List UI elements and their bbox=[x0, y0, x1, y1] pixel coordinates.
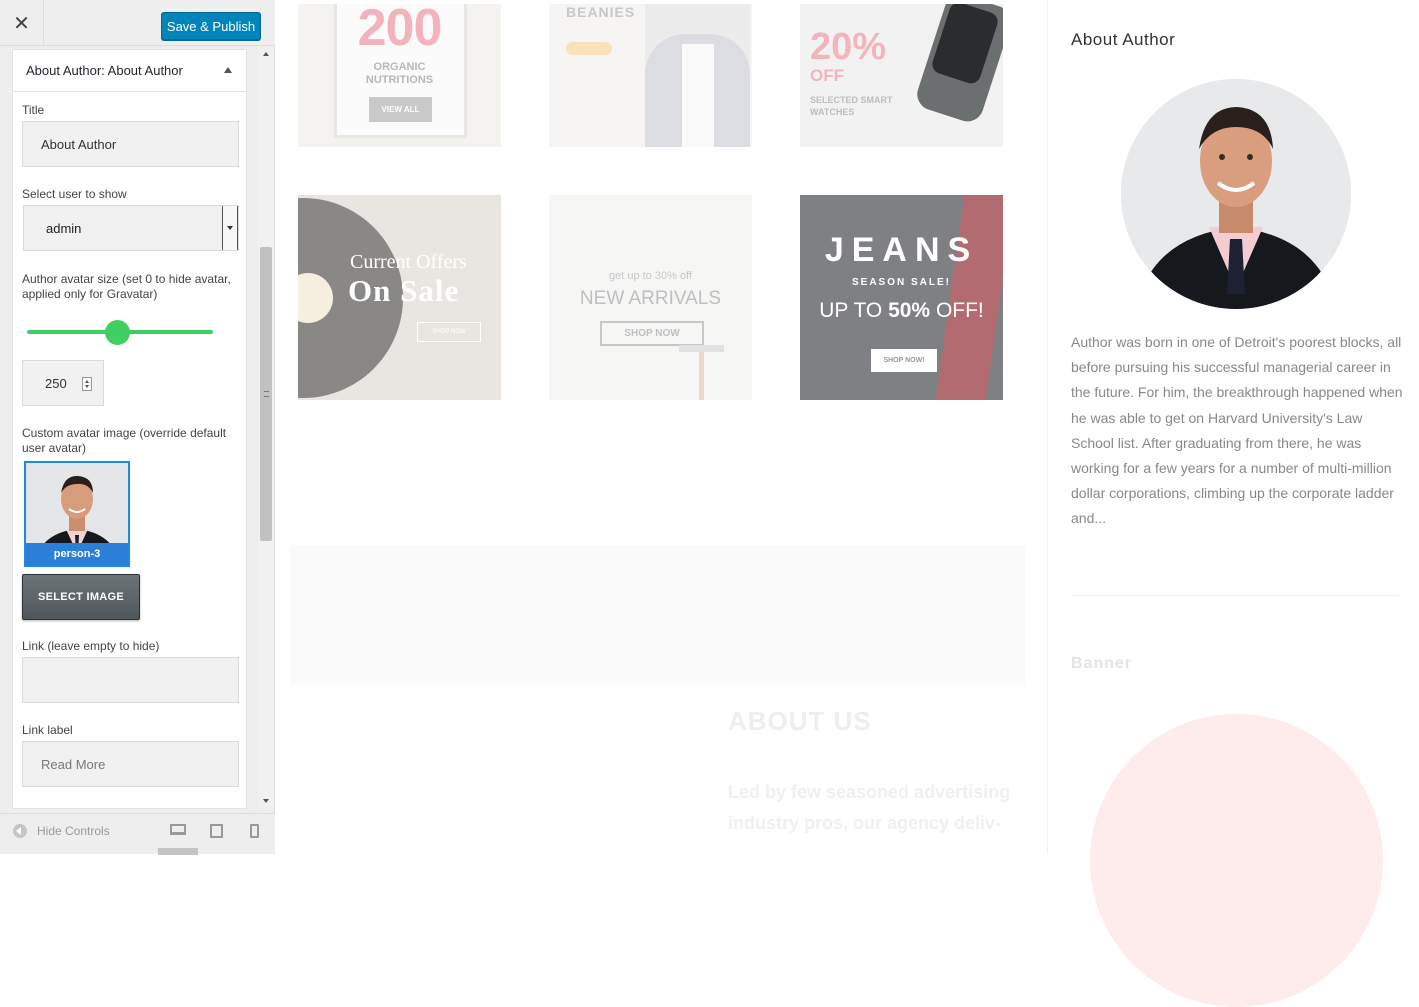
avatar-size-value: 250 bbox=[45, 375, 67, 391]
user-select[interactable]: admin bbox=[23, 205, 239, 251]
select-image-button[interactable]: SELECT IMAGE bbox=[22, 574, 140, 620]
author-bio: Author was born in one of Detroit's poor… bbox=[1071, 334, 1403, 527]
banner-smart-watches[interactable]: 20% OFF SELECTED SMART WATCHES bbox=[800, 4, 1003, 147]
banner-kicker: get up to 30% off bbox=[609, 270, 692, 282]
widget-header-title: About Author: About Author bbox=[26, 63, 183, 78]
link-label: Link (leave empty to hide) bbox=[22, 639, 160, 653]
scroll-down-icon[interactable] bbox=[263, 799, 269, 803]
link-text-label: Link label bbox=[22, 723, 73, 737]
link-text-input[interactable]: Read More bbox=[22, 741, 239, 787]
banner-big-number: 200 bbox=[357, 4, 443, 57]
custom-image-label: Custom avatar image (override default us… bbox=[22, 426, 227, 455]
banner-widget-image[interactable] bbox=[1090, 714, 1383, 1007]
tablet-icon[interactable] bbox=[210, 824, 223, 838]
slider-handle[interactable] bbox=[105, 320, 130, 345]
banner-title: BEANIES bbox=[566, 4, 636, 20]
scroll-up-icon[interactable] bbox=[263, 52, 269, 56]
banner-title: NEW ARRIVALS bbox=[579, 288, 722, 309]
title-input[interactable]: About Author bbox=[22, 121, 239, 167]
desktop-icon[interactable] bbox=[170, 824, 186, 835]
banner-kicker: SEASON SALE! bbox=[851, 277, 951, 288]
close-icon[interactable]: ✕ bbox=[0, 0, 44, 46]
banner-subtitle-line1: SELECTED SMART bbox=[810, 95, 893, 105]
banner-subtitle: ORGANIC NUTRITIONS bbox=[298, 61, 501, 87]
banner-beanies[interactable]: BEANIES bbox=[549, 4, 752, 147]
customizer-sidebar: ✕ Save & Publish About Author: About Aut… bbox=[0, 0, 275, 855]
model-shirt bbox=[682, 44, 714, 147]
avatar-size-input[interactable]: 250 bbox=[22, 360, 104, 406]
widget-divider bbox=[1071, 595, 1399, 596]
image-name-caption: person-3 bbox=[26, 543, 128, 565]
banner-widget-heading: Banner bbox=[1071, 655, 1133, 672]
user-select-label: Select user to show bbox=[22, 187, 127, 201]
about-author-heading: About Author bbox=[1071, 30, 1176, 49]
banner-subtitle-line2: NUTRITIONS bbox=[365, 74, 434, 86]
mobile-icon[interactable] bbox=[250, 824, 259, 838]
banner-organic-nutritions[interactable]: 200 ORGANIC NUTRITIONS VIEW ALL bbox=[298, 4, 501, 147]
custom-avatar-thumbnail[interactable]: person-3 bbox=[24, 461, 130, 567]
widget-panel: About Author: About Author Title About A… bbox=[12, 49, 247, 809]
scroll-thumb[interactable] bbox=[260, 247, 272, 541]
offer-suffix: OFF! bbox=[930, 299, 984, 322]
stool-top bbox=[679, 345, 724, 352]
column-divider bbox=[1047, 0, 1048, 854]
stool-leg bbox=[699, 352, 704, 400]
banner-subtitle-line2: WATCHES bbox=[810, 107, 855, 117]
link-input[interactable] bbox=[22, 657, 239, 703]
banner-new-arrivals[interactable]: get up to 30% off NEW ARRIVALS SHOP NOW bbox=[549, 195, 752, 400]
avatar-size-label: Author avatar size (set 0 to hide avatar… bbox=[22, 272, 231, 301]
panel-scrollbar[interactable] bbox=[258, 46, 274, 809]
view-all-button[interactable]: VIEW ALL bbox=[369, 97, 432, 122]
collapse-left-icon bbox=[13, 824, 27, 838]
grip-icon bbox=[264, 391, 269, 397]
author-photo bbox=[1121, 79, 1351, 309]
author-avatar bbox=[1121, 79, 1351, 309]
shop-now-pill[interactable] bbox=[566, 42, 612, 55]
discount-off: OFF bbox=[810, 66, 844, 85]
collapse-arrow-icon[interactable] bbox=[224, 67, 232, 73]
about-us-text: Led by few seasoned advertising industry… bbox=[728, 782, 1011, 833]
user-select-value: admin bbox=[46, 220, 82, 236]
discount-percent: 20% bbox=[810, 26, 887, 68]
shop-now-button[interactable]: SHOP NOW bbox=[600, 321, 704, 346]
faded-section-background bbox=[290, 545, 1025, 685]
banner-kicker: Current Offers bbox=[350, 251, 467, 273]
about-us-heading: ABOUT US bbox=[728, 706, 872, 736]
shop-now-button[interactable]: SHOP NOW! bbox=[871, 349, 937, 372]
spinner-arrows-icon[interactable] bbox=[82, 377, 92, 391]
customizer-footer: Hide Controls bbox=[0, 813, 275, 855]
hide-controls-button[interactable]: Hide Controls bbox=[13, 824, 110, 838]
banner-on-sale[interactable]: Current Offers On Sale SHOP NOW bbox=[298, 195, 501, 400]
save-publish-button[interactable]: Save & Publish bbox=[161, 12, 261, 40]
chevron-down-icon[interactable] bbox=[222, 206, 238, 250]
jeans-label-stripe bbox=[935, 195, 1003, 400]
shop-now-button[interactable]: SHOP NOW bbox=[417, 322, 481, 342]
banner-title: JEANS bbox=[824, 231, 979, 269]
widget-header[interactable]: About Author: About Author bbox=[13, 50, 246, 92]
offer-prefix: UP TO bbox=[819, 299, 889, 322]
offer-percent: 50% bbox=[888, 299, 931, 322]
hide-controls-label: Hide Controls bbox=[37, 824, 110, 838]
banner-subtitle: SELECTED SMART WATCHES bbox=[810, 94, 893, 118]
banner-jeans[interactable]: JEANS SEASON SALE! UP TO 50% OFF! SHOP N… bbox=[800, 195, 1003, 400]
banner-offer: UP TO 50% OFF! bbox=[800, 299, 1003, 323]
customizer-header: ✕ Save & Publish bbox=[0, 0, 275, 46]
banner-subtitle-line1: ORGANIC bbox=[373, 61, 426, 73]
banner-title: On Sale bbox=[348, 273, 460, 308]
title-label: Title bbox=[22, 103, 45, 117]
